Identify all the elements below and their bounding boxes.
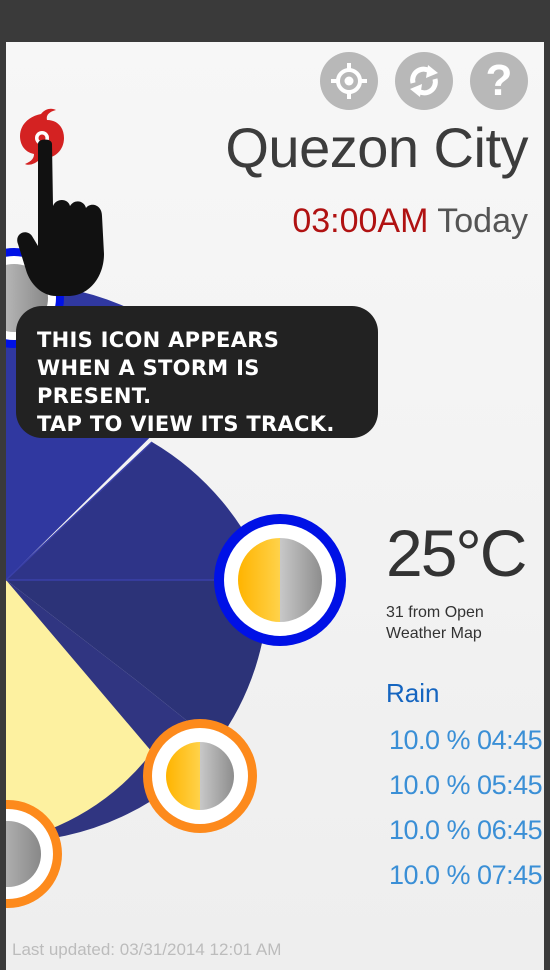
rain-forecast-item[interactable]: 10.0 % 06:45 [389, 808, 543, 853]
day-label: Today [437, 202, 528, 240]
refresh-button[interactable] [395, 52, 453, 110]
rain-forecast-list: 10.0 % 04:45 10.0 % 05:45 10.0 % 06:45 1… [389, 718, 543, 898]
hour-marker-current[interactable] [214, 514, 346, 646]
app-screen: ? Quezon City 03:00AM Today THIS ICON AP… [6, 42, 544, 970]
rain-forecast-item[interactable]: 10.0 % 07:45 [389, 853, 543, 898]
hour-marker-day-1[interactable] [143, 719, 257, 833]
temperature-source: 31 from Open Weather Map [386, 604, 484, 642]
help-button[interactable]: ? [470, 52, 528, 110]
city-name: Quezon City [225, 116, 528, 179]
storm-tooltip: THIS ICON APPEARS WHEN A STORM IS PRESEN… [16, 306, 378, 438]
rain-forecast-item[interactable]: 10.0 % 04:45 [389, 718, 543, 763]
status-bar [0, 0, 550, 42]
locate-icon [331, 63, 367, 99]
locate-button[interactable] [320, 52, 378, 110]
refresh-icon [410, 65, 438, 97]
time-value: 03:00AM [292, 202, 429, 240]
rain-label: Rain [386, 678, 440, 708]
temperature: 25°C [386, 516, 527, 590]
selected-time: 03:00AM Today [292, 204, 528, 238]
help-icon: ? [485, 56, 513, 105]
last-updated: Last updated: 03/31/2014 12:01 AM [12, 940, 282, 959]
pointing-hand-icon [17, 139, 104, 296]
rain-forecast-item[interactable]: 10.0 % 05:45 [389, 763, 543, 808]
